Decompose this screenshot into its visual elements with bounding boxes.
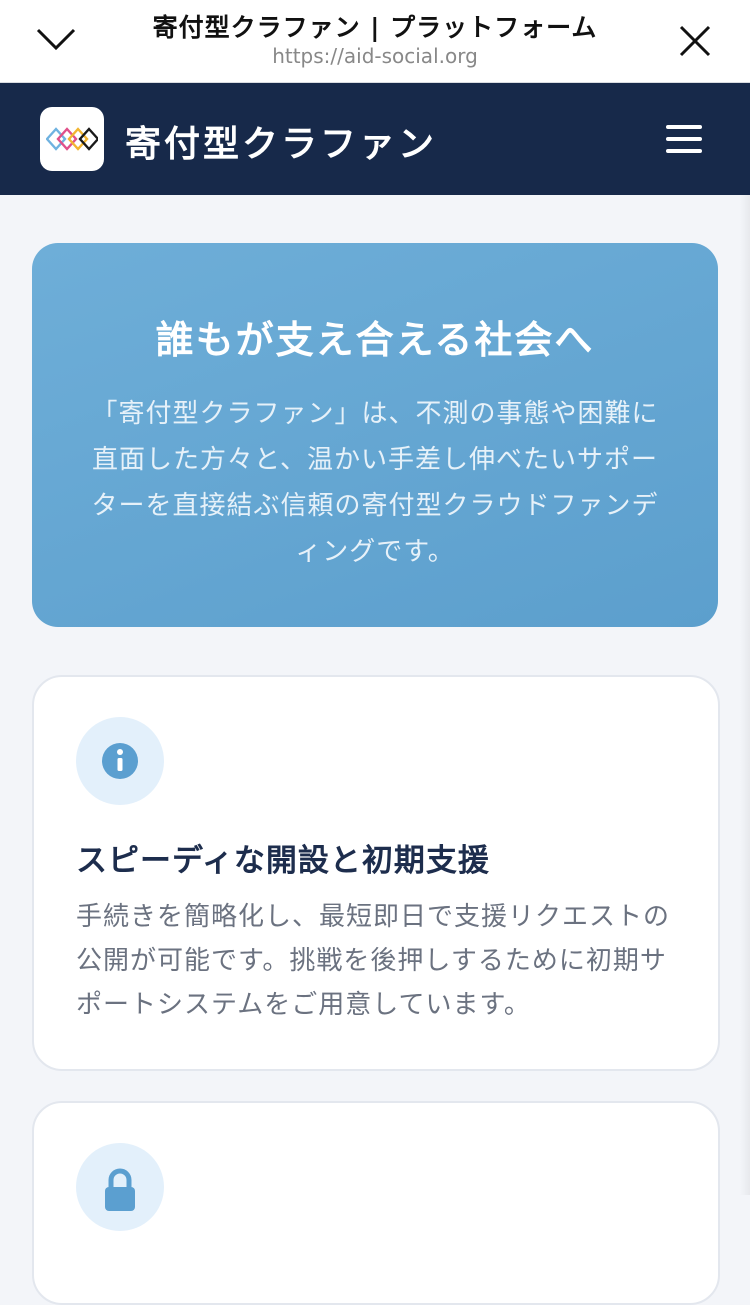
info-icon	[102, 743, 138, 779]
browser-url[interactable]: https://aid-social.org	[0, 44, 750, 68]
hero-banner: 誰もが支え合える社会へ 「寄付型クラファン」は、不測の事態や困難に直面した方々と…	[32, 243, 718, 627]
hamburger-menu-icon[interactable]	[664, 123, 704, 155]
site-title[interactable]: 寄付型クラファン	[125, 115, 437, 167]
close-icon[interactable]	[678, 24, 712, 58]
scroll-edge-shadow	[740, 195, 750, 1195]
browser-bar: 寄付型クラファン | プラットフォーム https://aid-social.o…	[0, 0, 750, 83]
feature-card: スピーディな開設と初期支援 手続きを簡略化し、最短即日で支援リクエストの公開が可…	[32, 675, 720, 1071]
site-logo[interactable]	[40, 107, 104, 171]
site-header: 寄付型クラファン	[0, 83, 750, 195]
hero-heading: 誰もが支え合える社会へ	[155, 318, 595, 362]
browser-page-title: 寄付型クラファン | プラットフォーム	[152, 13, 598, 42]
icon-badge	[76, 1143, 164, 1231]
icon-badge	[76, 717, 164, 805]
feature-description: 手続きを簡略化し、最短即日で支援リクエストの公開が可能です。挑戦を後押しするため…	[76, 902, 671, 1020]
feature-card	[32, 1101, 720, 1305]
interlocked-diamonds-logo-icon	[46, 127, 98, 151]
hero-description: 「寄付型クラファン」は、不測の事態や困難に直面した方々と、温かい手差し伸べたいサ…	[91, 399, 659, 567]
lock-icon	[105, 1168, 135, 1211]
feature-title: スピーディな開設と初期支援	[76, 843, 490, 879]
